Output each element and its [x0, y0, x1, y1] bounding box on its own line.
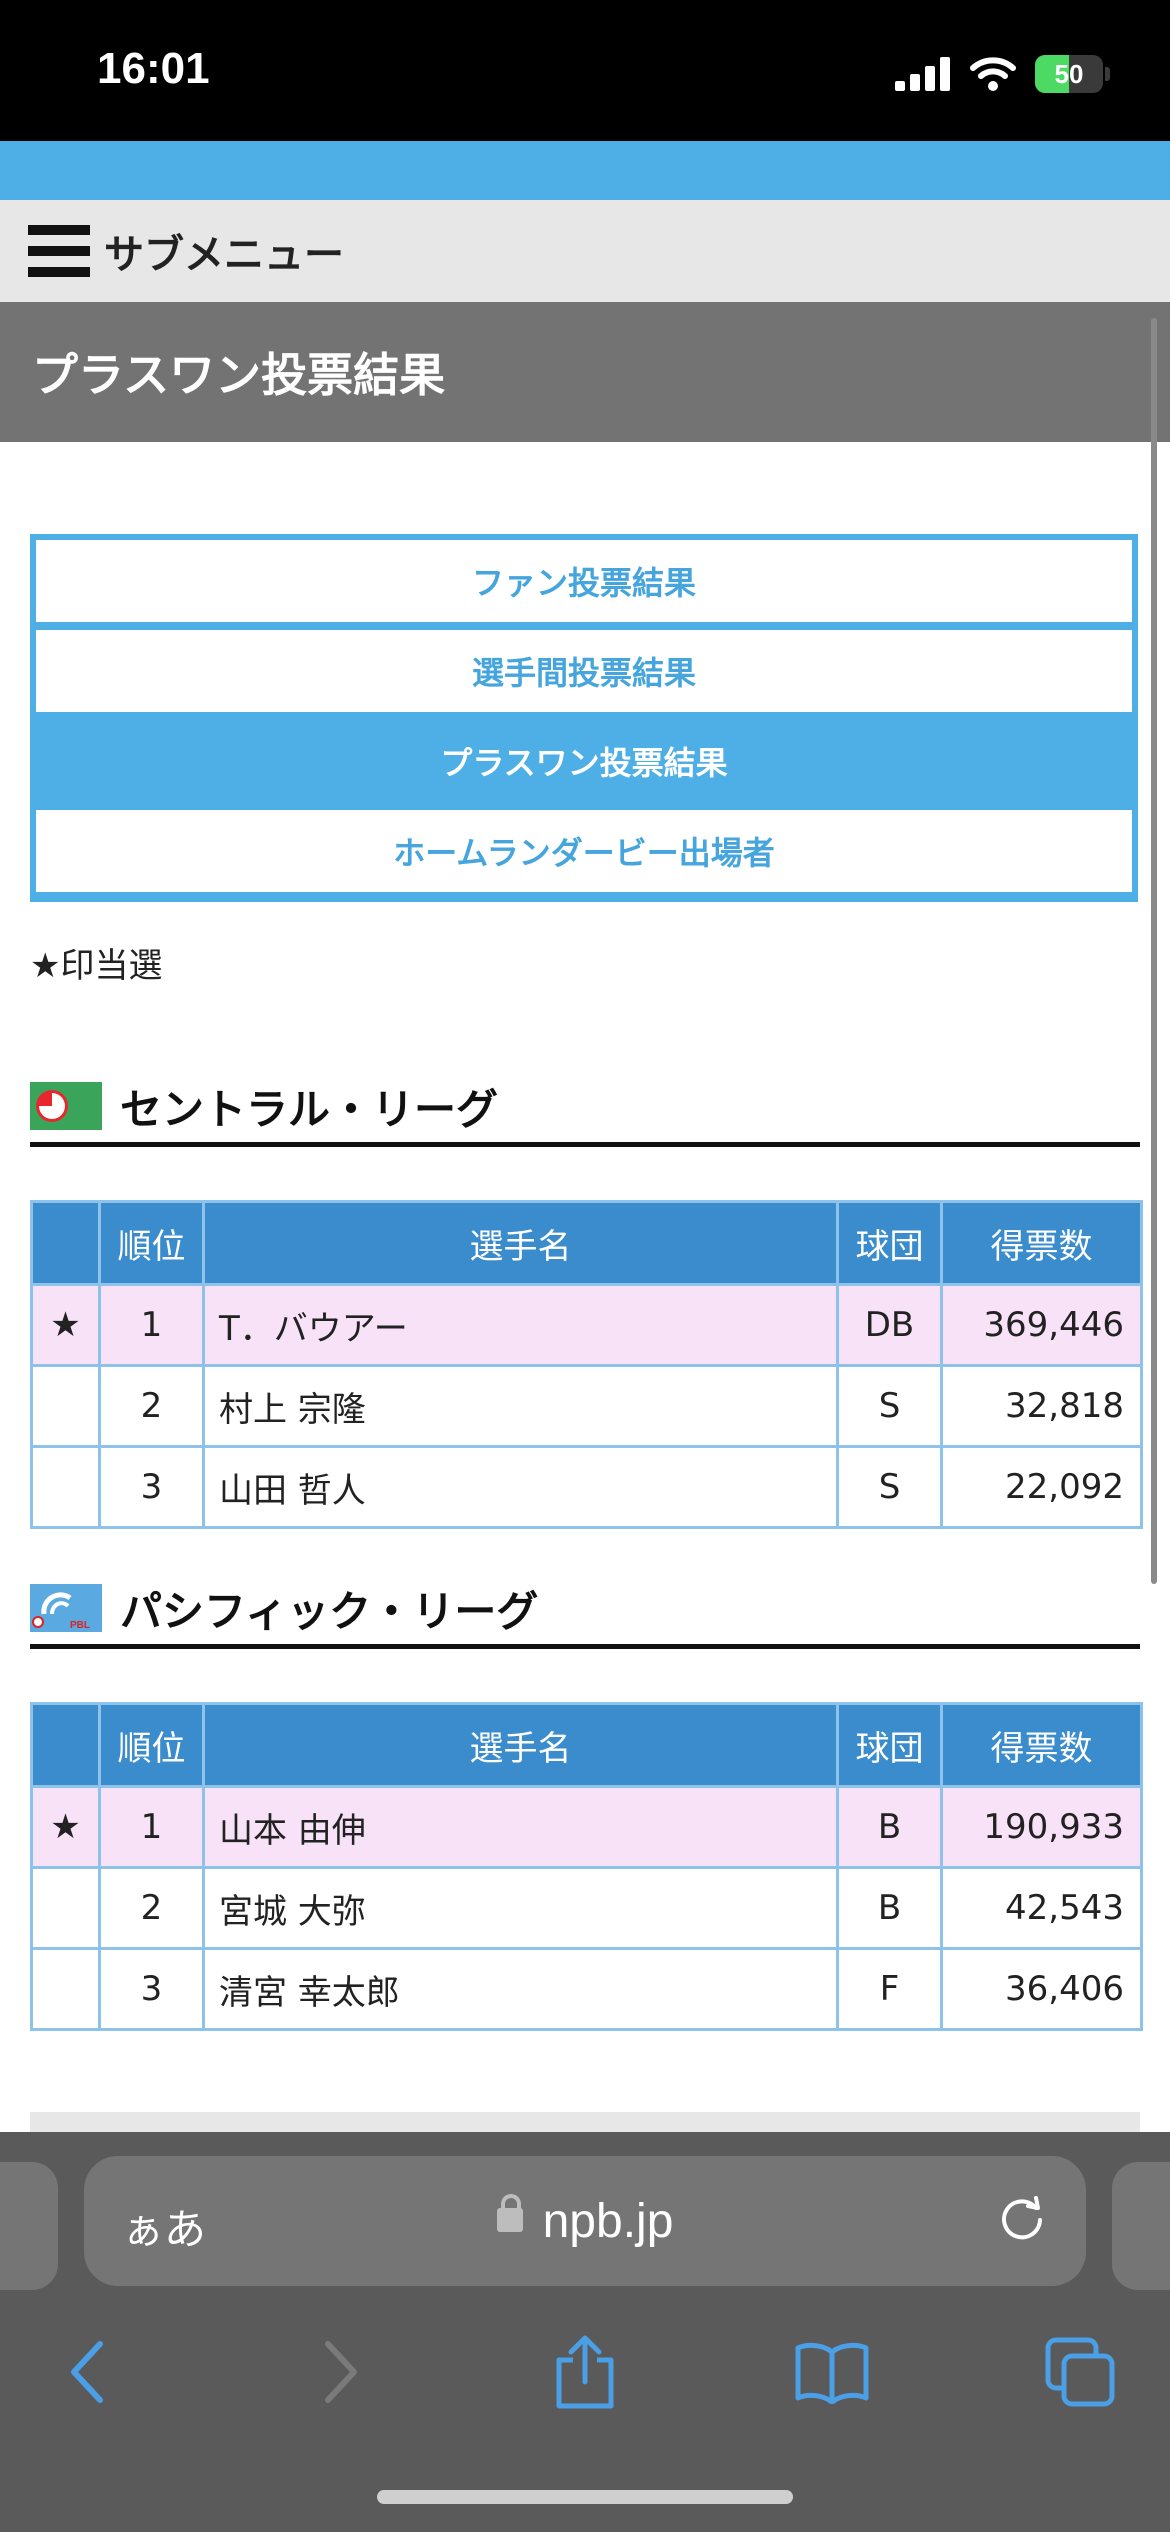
submenu-button[interactable]: サブメニュー	[0, 200, 1170, 302]
table-row: ★ 1 山本 由伸 B 190,933	[30, 1785, 1143, 1869]
status-bar: 16:01 50	[0, 0, 1170, 141]
share-icon	[556, 2335, 614, 2409]
table-header-row: 順位 選手名 球団 得票数	[30, 1702, 1143, 1788]
winner-star: ★	[30, 1283, 101, 1367]
header-mark	[30, 1200, 101, 1286]
header-mark	[30, 1702, 101, 1788]
rank-cell: 1	[98, 1283, 205, 1367]
cellular-signal-icon	[895, 57, 950, 91]
hamburger-menu-icon	[28, 225, 90, 277]
winner-star: ★	[30, 1785, 101, 1869]
scroll-indicator	[1151, 318, 1157, 1584]
battery-cap	[1105, 67, 1110, 81]
home-indicator	[377, 2490, 793, 2504]
page-title: プラスワン投票結果	[32, 348, 446, 402]
site-header-strip	[0, 141, 1170, 200]
winner-star	[30, 1364, 101, 1448]
winner-star	[30, 1866, 101, 1950]
votes-cell: 42,543	[940, 1866, 1143, 1950]
page-header: プラスワン投票結果	[0, 302, 1170, 442]
team-cell: B	[836, 1785, 943, 1869]
back-arrow-icon	[71, 2341, 103, 2403]
battery-icon: 50	[1035, 55, 1103, 93]
team-cell: DB	[836, 1283, 943, 1367]
header-team: 球団	[836, 1200, 943, 1286]
browser-nav-toolbar	[0, 2322, 1170, 2442]
url-text: npb.jp	[542, 2195, 674, 2248]
header-rank: 順位	[98, 1200, 205, 1286]
tab-plus-one-vote[interactable]: プラスワン投票結果	[36, 720, 1132, 802]
votes-cell: 36,406	[940, 1947, 1143, 2031]
table-header-row: 順位 選手名 球団 得票数	[30, 1200, 1143, 1286]
header-rank: 順位	[98, 1702, 205, 1788]
rank-cell: 3	[98, 1445, 205, 1529]
player-cell: 山本 由伸	[202, 1785, 839, 1869]
player-cell: 宮城 大弥	[202, 1866, 839, 1950]
team-cell: B	[836, 1866, 943, 1950]
player-cell: T．バウアー	[202, 1283, 839, 1367]
status-time: 16:01	[97, 44, 210, 93]
table-row: 2 宮城 大弥 B 42,543	[30, 1866, 1143, 1950]
wifi-icon	[970, 57, 1016, 91]
url-display[interactable]: npb.jp	[84, 2194, 1086, 2249]
bookmarks-book-icon	[795, 2342, 869, 2404]
forward-arrow-icon	[325, 2341, 357, 2403]
header-votes: 得票数	[940, 1200, 1143, 1286]
winner-note: ★印当選	[30, 946, 163, 986]
table-row: ★ 1 T．バウアー DB 369,446	[30, 1283, 1143, 1367]
team-cell: S	[836, 1364, 943, 1448]
pacific-league-name: パシフィック・リーグ	[120, 1586, 539, 1636]
tab-fan-vote[interactable]: ファン投票結果	[36, 540, 1132, 622]
header-player: 選手名	[202, 1200, 839, 1286]
pacific-league-logo-icon: PBL	[30, 1584, 102, 1632]
votes-cell: 22,092	[940, 1445, 1143, 1529]
back-button[interactable]	[38, 2322, 138, 2422]
tabs-icon	[1045, 2337, 1115, 2407]
rank-cell: 3	[98, 1947, 205, 2031]
header-votes: 得票数	[940, 1702, 1143, 1788]
rank-cell: 2	[98, 1364, 205, 1448]
central-league-logo-icon	[30, 1082, 102, 1130]
player-cell: 清宮 幸太郎	[202, 1947, 839, 2031]
table-row: 3 清宮 幸太郎 F 36,406	[30, 1947, 1143, 2031]
status-icons: 50	[895, 50, 1110, 98]
submenu-label: サブメニュー	[104, 232, 344, 278]
central-league-table: 順位 選手名 球団 得票数 ★ 1 T．バウアー DB 369,446 2 村上…	[30, 1200, 1143, 1529]
content-divider	[30, 2112, 1140, 2132]
central-league-heading: セントラル・リーグ	[30, 1070, 1140, 1147]
share-button[interactable]	[535, 2322, 635, 2422]
rank-cell: 2	[98, 1866, 205, 1950]
reload-icon[interactable]	[996, 2194, 1048, 2246]
next-tab-preview[interactable]	[1112, 2162, 1170, 2290]
player-cell: 山田 哲人	[202, 1445, 839, 1529]
votes-cell: 369,446	[940, 1283, 1143, 1367]
central-league-name: セントラル・リーグ	[120, 1084, 499, 1134]
tab-player-vote[interactable]: 選手間投票結果	[36, 630, 1132, 712]
lock-icon	[496, 2194, 523, 2233]
header-team: 球団	[836, 1702, 943, 1788]
address-bar[interactable]: ぁあ npb.jp	[84, 2156, 1086, 2286]
team-cell: S	[836, 1445, 943, 1529]
pacific-league-table: 順位 選手名 球団 得票数 ★ 1 山本 由伸 B 190,933 2 宮城 大…	[30, 1702, 1143, 2031]
pacific-logo-text: PBL	[70, 1620, 90, 1631]
header-player: 選手名	[202, 1702, 839, 1788]
table-row: 3 山田 哲人 S 22,092	[30, 1445, 1143, 1529]
team-cell: F	[836, 1947, 943, 2031]
battery-percent: 50	[1054, 58, 1084, 89]
winner-star	[30, 1445, 101, 1529]
tabs-button[interactable]	[1030, 2322, 1130, 2422]
browser-toolbar: ぁあ npb.jp	[0, 2132, 1170, 2532]
pacific-league-heading: PBL パシフィック・リーグ	[30, 1572, 1140, 1649]
table-row: 2 村上 宗隆 S 32,818	[30, 1364, 1143, 1448]
votes-cell: 190,933	[940, 1785, 1143, 1869]
tab-home-run-derby[interactable]: ホームランダービー出場者	[36, 810, 1132, 892]
forward-button[interactable]	[290, 2322, 390, 2422]
results-tab-menu: ファン投票結果 選手間投票結果 プラスワン投票結果 ホームランダービー出場者	[30, 534, 1138, 902]
winner-star	[30, 1947, 101, 2031]
previous-tab-preview[interactable]	[0, 2162, 58, 2290]
bookmarks-button[interactable]	[782, 2322, 882, 2422]
votes-cell: 32,818	[940, 1364, 1143, 1448]
rank-cell: 1	[98, 1785, 205, 1869]
player-cell: 村上 宗隆	[202, 1364, 839, 1448]
